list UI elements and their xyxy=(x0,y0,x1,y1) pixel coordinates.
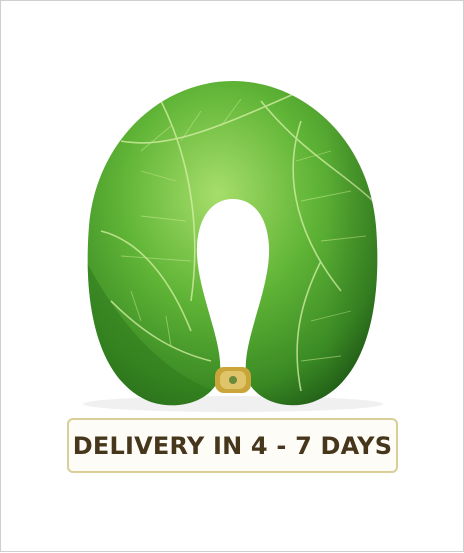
product-card: DELIVERY IN 4 - 7 DAYS xyxy=(0,0,464,552)
delivery-badge: DELIVERY IN 4 - 7 DAYS xyxy=(67,418,398,473)
delivery-text: DELIVERY IN 4 - 7 DAYS xyxy=(72,431,393,460)
clasp-icon xyxy=(215,367,251,393)
